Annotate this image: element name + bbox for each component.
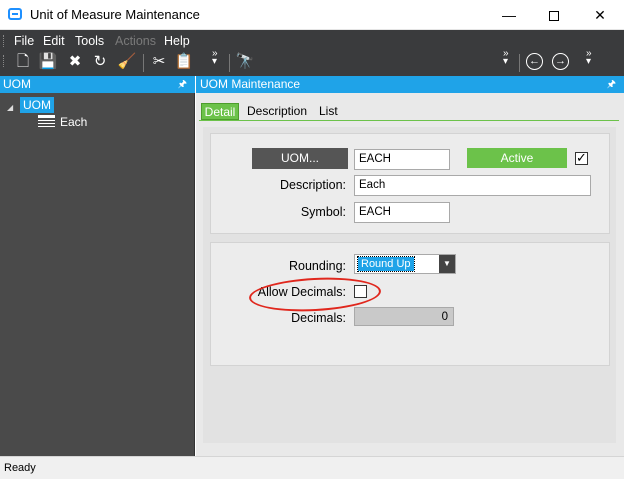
pin-icon[interactable]: 🖈 — [178, 76, 187, 93]
tree-expand-icon[interactable]: ◢ — [7, 103, 13, 112]
rounding-label: Rounding: — [289, 259, 346, 273]
tree-node-uom[interactable]: UOM — [20, 97, 54, 113]
forward-icon[interactable]: → — [552, 53, 569, 70]
chevron-more-icon[interactable]: » ▾ — [212, 49, 218, 67]
tab-detail[interactable]: Detail — [201, 103, 239, 120]
refresh-icon[interactable]: ↻ — [89, 52, 111, 72]
paste-icon[interactable]: 📋 — [173, 52, 195, 72]
toolbar-separator — [143, 54, 144, 72]
maximize-icon — [549, 11, 559, 22]
uom-panel-header: UOM 🖈 — [0, 76, 195, 93]
tree-node-each[interactable]: Each — [60, 115, 87, 129]
toolbar-separator — [519, 54, 520, 72]
symbol-label: Symbol: — [300, 205, 346, 219]
uom-panel-title: UOM — [3, 77, 31, 91]
window-title: Unit of Measure Maintenance — [30, 7, 200, 22]
menu-actions: Actions — [115, 34, 156, 48]
list-icon — [38, 115, 55, 127]
chevron-more-icon[interactable]: » ▾ — [503, 49, 509, 67]
delete-icon[interactable]: ✖ — [64, 52, 86, 72]
main-panel-title: UOM Maintenance — [200, 77, 301, 91]
decimals-field: 0 — [354, 307, 454, 326]
status-text: Ready — [4, 462, 36, 474]
description-field[interactable]: Each — [354, 175, 591, 196]
menu-toolbar-area: File Edit Tools Actions Help 🗋 💾 ✖ ↻ 🧹 ✂… — [0, 30, 624, 76]
checkmark-icon: ✓ — [576, 150, 587, 165]
description-label: Description: — [280, 178, 346, 192]
clear-icon[interactable]: 🧹 — [116, 52, 138, 72]
rounding-selected-value: Round Up — [357, 256, 415, 272]
cut-icon[interactable]: ✂ — [148, 52, 170, 72]
toolbar-separator — [229, 54, 230, 72]
title-bar: Unit of Measure Maintenance — ✕ — [0, 0, 624, 30]
new-icon[interactable]: 🗋 — [12, 52, 34, 72]
decimals-label: Decimals: — [291, 311, 346, 325]
minimize-button[interactable]: — — [486, 0, 532, 30]
close-button[interactable]: ✕ — [577, 0, 623, 30]
app-icon — [8, 8, 22, 20]
binoculars-icon[interactable]: 🔭 — [234, 52, 256, 72]
maximize-button[interactable] — [531, 0, 577, 30]
tab-list[interactable]: List — [319, 103, 338, 120]
menu-file[interactable]: File — [14, 34, 34, 48]
tab-description[interactable]: Description — [247, 103, 307, 120]
toolbar-grip — [3, 55, 6, 67]
tab-underline — [199, 120, 619, 121]
rounding-select[interactable]: Round Up ▼ — [354, 254, 456, 274]
uom-lookup-button[interactable]: UOM... — [252, 148, 348, 169]
dropdown-arrow-icon[interactable]: ▼ — [439, 255, 455, 273]
status-bar: Ready — [0, 456, 624, 479]
menu-tools[interactable]: Tools — [75, 34, 104, 48]
uom-id-field[interactable]: EACH — [354, 149, 450, 170]
menu-edit[interactable]: Edit — [43, 34, 65, 48]
save-icon[interactable]: 💾 — [37, 52, 59, 72]
back-icon[interactable]: ← — [526, 53, 543, 70]
tree-panel — [0, 93, 195, 456]
menu-grip — [3, 35, 6, 47]
menu-help[interactable]: Help — [164, 34, 190, 48]
active-badge: Active — [467, 148, 567, 168]
pin-icon[interactable]: 🖈 — [607, 76, 616, 93]
chevron-more-icon[interactable]: » ▾ — [586, 49, 592, 67]
uom-maintenance-header: UOM Maintenance 🖈 — [196, 76, 624, 93]
symbol-field[interactable]: EACH — [354, 202, 450, 223]
active-checkbox[interactable]: ✓ — [575, 150, 588, 165]
